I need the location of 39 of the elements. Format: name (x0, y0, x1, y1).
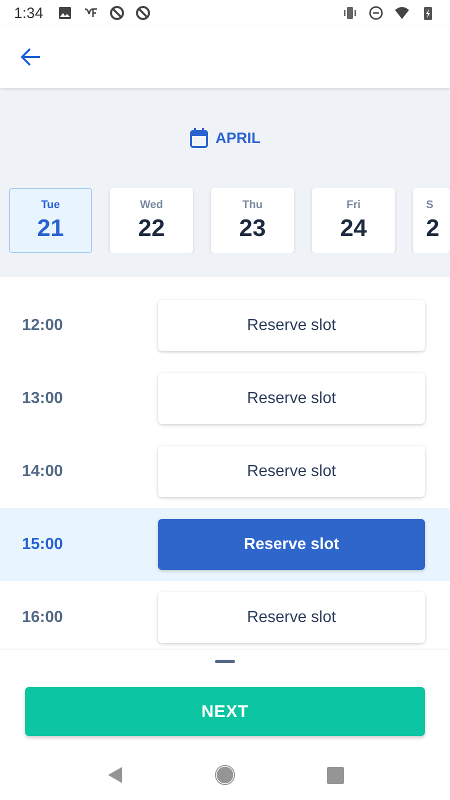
weekday-label: S (426, 199, 434, 211)
slot-time: 15:00 (22, 536, 64, 554)
weekday-label: Tue (41, 199, 60, 211)
reserve-slot-button[interactable]: Reserve slot (158, 519, 425, 570)
reserve-slot-button[interactable]: Reserve slot (158, 592, 425, 643)
image-icon (57, 5, 74, 21)
calendar-icon (190, 128, 208, 148)
status-time: 1:34 (14, 4, 44, 22)
date-number: 24 (340, 215, 367, 243)
day-card[interactable]: S 2 (413, 188, 450, 253)
do-not-disturb-icon (368, 5, 384, 21)
date-number: 21 (37, 215, 64, 243)
slot-time: 16:00 (22, 608, 64, 626)
home-nav-button[interactable] (215, 765, 236, 785)
reserve-slot-button[interactable]: Reserve slot (158, 446, 425, 497)
slot-time: 14:00 (22, 462, 64, 480)
recents-nav-button[interactable] (327, 766, 344, 784)
day-card[interactable]: Fri 24 (312, 188, 395, 253)
vibrate-icon (342, 5, 358, 21)
weekday-label: Wed (140, 199, 164, 211)
weekday-label: Thu (242, 199, 263, 211)
drag-handle[interactable] (215, 660, 235, 663)
day-card[interactable]: Wed 22 (110, 188, 193, 253)
slot-time: 12:00 (22, 316, 64, 334)
reserve-slot-button[interactable]: Reserve slot (158, 373, 425, 424)
month-label: APRIL (216, 130, 260, 146)
day-card[interactable]: Thu 23 (211, 188, 294, 253)
wifi-icon (394, 5, 410, 21)
blocked-circle-icon (135, 5, 152, 21)
blocked-circle-icon (109, 5, 126, 21)
date-number: 22 (138, 215, 165, 243)
weekday-label: Fri (346, 199, 361, 211)
day-card[interactable]: Tue 21 (9, 188, 92, 253)
date-number: 23 (239, 215, 266, 243)
back-nav-button[interactable] (106, 766, 124, 784)
back-button[interactable] (20, 46, 42, 68)
date-number: 2 (426, 215, 440, 243)
slot-time: 13:00 (22, 390, 64, 408)
reserve-slot-button[interactable]: Reserve slot (158, 300, 425, 351)
